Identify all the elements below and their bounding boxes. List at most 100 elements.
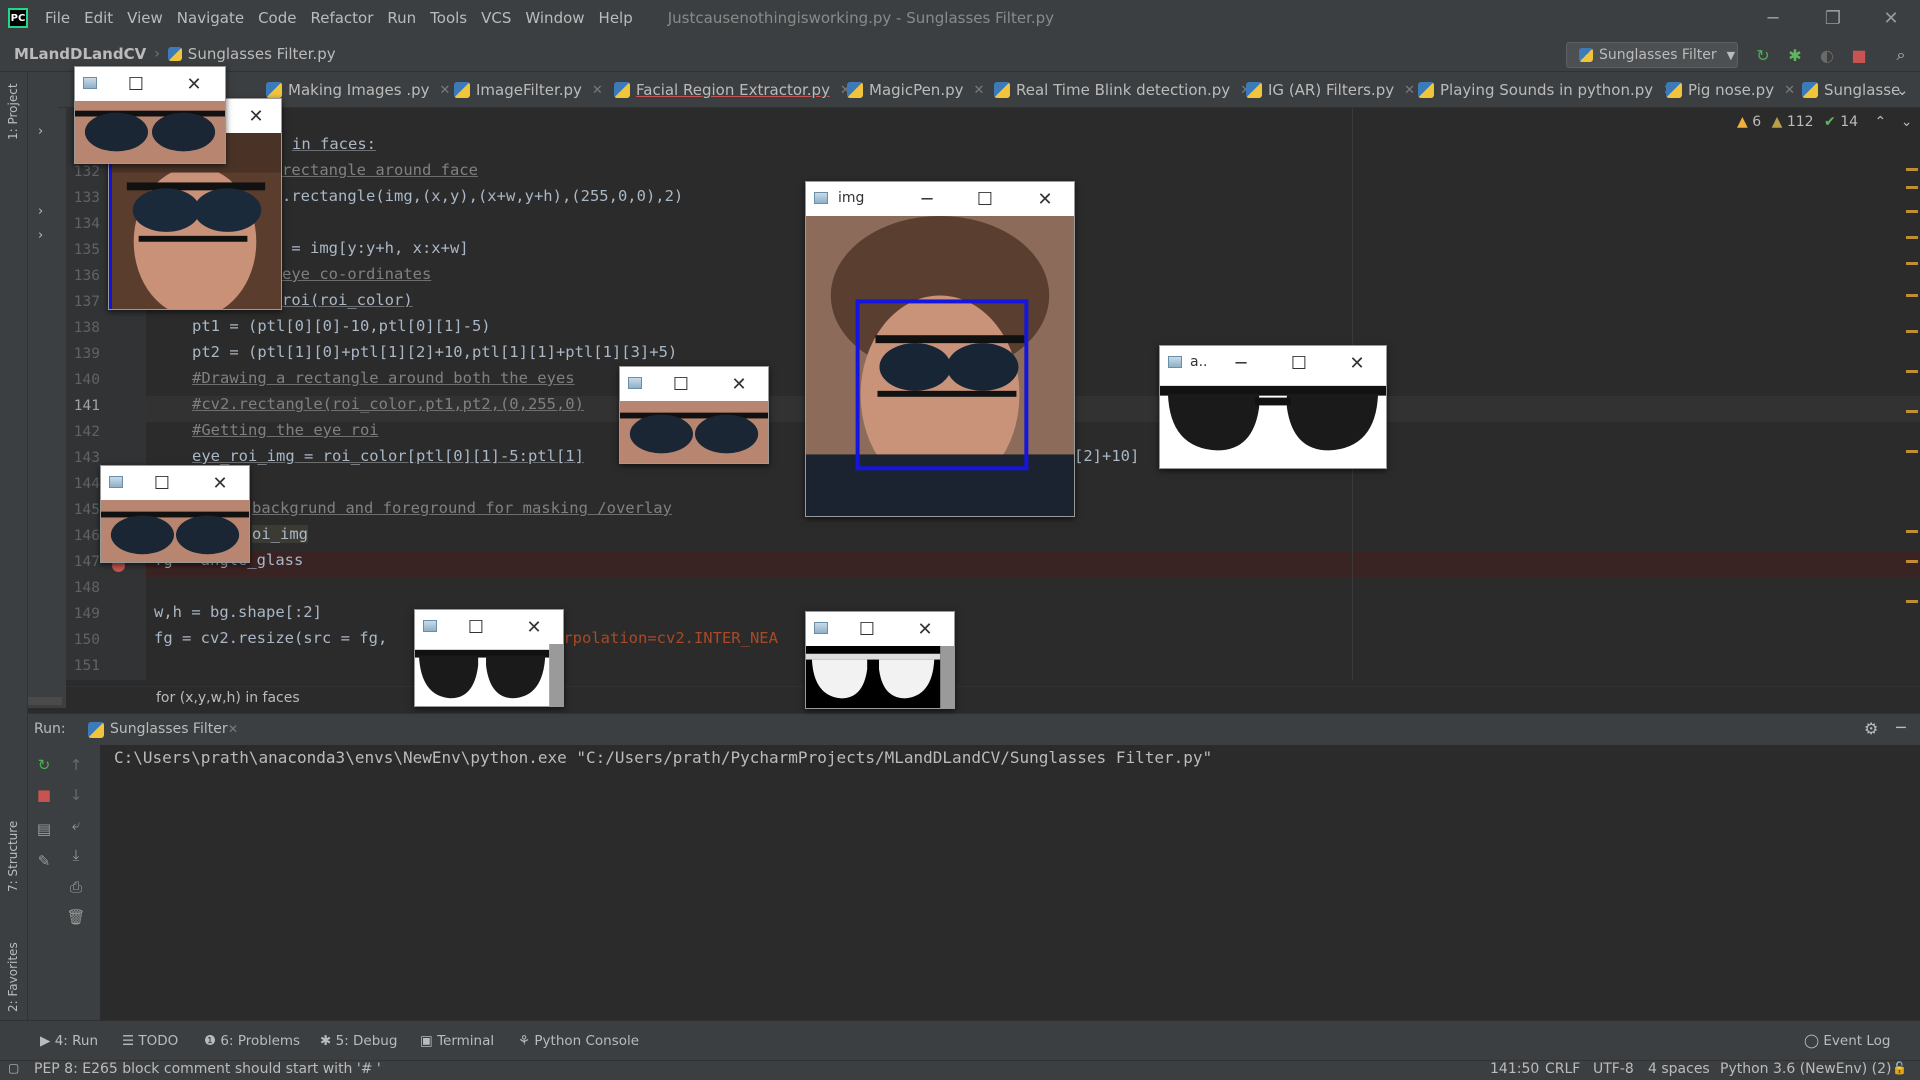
maximize-icon[interactable]: ☐ bbox=[121, 71, 151, 97]
minimize-icon[interactable]: ─ bbox=[1226, 350, 1256, 376]
tab-magic-pen[interactable]: MagicPen.py ✕ bbox=[847, 72, 984, 108]
lock-icon[interactable]: 🔓 bbox=[1892, 1061, 1907, 1075]
close-window-button[interactable]: ✕ bbox=[1862, 0, 1920, 36]
warning-marker[interactable] bbox=[1906, 330, 1918, 333]
menu-refactor[interactable]: Refactor bbox=[303, 9, 380, 27]
gear-icon[interactable]: ⚙ bbox=[1864, 719, 1878, 738]
image-window-eye-roi[interactable]: ☐ ✕ bbox=[74, 66, 226, 164]
close-tab-icon[interactable]: ✕ bbox=[592, 83, 603, 98]
menu-window[interactable]: Window bbox=[518, 9, 591, 27]
editor-error-stripe[interactable] bbox=[1900, 108, 1920, 680]
menu-vcs[interactable]: VCS bbox=[474, 9, 518, 27]
menu-view[interactable]: View bbox=[120, 9, 170, 27]
maximize-icon[interactable]: ☐ bbox=[852, 616, 882, 642]
menu-tools[interactable]: Tools bbox=[423, 9, 474, 27]
tab-image-filter[interactable]: ImageFilter.py ✕ bbox=[454, 72, 603, 108]
warning-marker[interactable] bbox=[1906, 530, 1918, 533]
print-icon[interactable]: ⎙ bbox=[66, 877, 86, 897]
restore-button[interactable]: ❐ bbox=[1804, 0, 1862, 36]
tab-sunglasses-filter[interactable]: Sunglasse bbox=[1802, 72, 1900, 108]
tool-problems[interactable]: ❶ 6: Problems bbox=[204, 1033, 300, 1049]
tool-run[interactable]: ▶ 4: Run bbox=[40, 1033, 98, 1049]
tool-debug[interactable]: ✱ 5: Debug bbox=[320, 1033, 397, 1049]
layout-icon[interactable]: ▤ bbox=[34, 819, 54, 839]
minimize-panel-icon[interactable]: ─ bbox=[1896, 718, 1906, 737]
close-tab-icon[interactable]: ✕ bbox=[440, 83, 451, 98]
search-icon[interactable]: ⌕ bbox=[1890, 44, 1912, 66]
maximize-icon[interactable]: ☐ bbox=[461, 614, 491, 640]
run-config-selector[interactable]: Sunglasses Filter ▼ bbox=[1566, 42, 1738, 68]
warning-marker[interactable] bbox=[1906, 410, 1918, 413]
tab-ig-filters[interactable]: IG (AR) Filters.py ✕ bbox=[1246, 72, 1415, 108]
window-titlebar[interactable]: img ─ ☐ ✕ bbox=[806, 182, 1074, 216]
pin-icon[interactable]: ✎ bbox=[34, 851, 54, 871]
chevron-up-icon[interactable]: ⌃ bbox=[1875, 114, 1887, 130]
expand-arrow-icon[interactable]: › bbox=[38, 228, 43, 243]
close-tab-icon[interactable]: ✕ bbox=[1784, 83, 1795, 98]
arrow-up-icon[interactable]: ↑ bbox=[66, 755, 86, 775]
maximize-icon[interactable]: ☐ bbox=[147, 470, 177, 496]
tab-facial-region-extractor[interactable]: Facial Region Extractor.py ✕ bbox=[614, 72, 851, 108]
image-window-mask[interactable]: ☐ ✕ bbox=[805, 611, 955, 709]
run-console[interactable] bbox=[100, 745, 1920, 1020]
arrow-down-icon[interactable]: ↓ bbox=[66, 785, 86, 805]
menu-edit[interactable]: Edit bbox=[77, 9, 120, 27]
tab-pig-nose[interactable]: Pig nose.py ✕ bbox=[1666, 72, 1795, 108]
maximize-icon[interactable]: ☐ bbox=[970, 186, 1000, 212]
warning-marker[interactable] bbox=[1906, 236, 1918, 239]
coverage-icon[interactable]: ◐ bbox=[1816, 44, 1838, 66]
warning-marker[interactable] bbox=[1906, 450, 1918, 453]
warning-marker[interactable] bbox=[1906, 600, 1918, 603]
close-icon[interactable]: ✕ bbox=[519, 614, 549, 640]
tool-python-console[interactable]: ⚘ Python Console bbox=[518, 1033, 639, 1049]
tool-todo[interactable]: ☰ TODO bbox=[122, 1033, 178, 1049]
menu-navigate[interactable]: Navigate bbox=[170, 9, 251, 27]
menu-file[interactable]: File bbox=[38, 9, 77, 27]
menu-code[interactable]: Code bbox=[251, 9, 303, 27]
image-window-eye-roi-2[interactable]: ☐ ✕ bbox=[619, 366, 769, 464]
warning-marker[interactable] bbox=[1906, 210, 1918, 213]
window-titlebar[interactable]: ☐ ✕ bbox=[620, 367, 768, 401]
line-separator[interactable]: CRLF bbox=[1545, 1061, 1580, 1077]
expand-arrow-icon[interactable]: › bbox=[38, 124, 43, 139]
stop-icon[interactable]: ■ bbox=[1848, 44, 1870, 66]
warning-marker[interactable] bbox=[1906, 186, 1918, 189]
rerun-icon[interactable]: ↻ bbox=[34, 755, 54, 775]
minimize-icon[interactable]: ─ bbox=[912, 186, 942, 212]
horizontal-scrollbar[interactable] bbox=[28, 697, 62, 705]
code-breadcrumb[interactable]: for (x,y,w,h) in faces bbox=[156, 690, 300, 706]
window-titlebar[interactable]: ☐ ✕ bbox=[101, 466, 249, 500]
structure-tool-label[interactable]: 7: Structure bbox=[6, 821, 20, 892]
tab-making-images[interactable]: Making Images .py ✕ bbox=[266, 72, 450, 108]
expand-arrow-icon[interactable]: › bbox=[38, 204, 43, 219]
image-window-bg[interactable]: ☐ ✕ bbox=[100, 465, 250, 563]
close-icon[interactable]: ✕ bbox=[241, 103, 271, 129]
run-tab-label[interactable]: Sunglasses Filter bbox=[110, 721, 228, 737]
tab-real-time-blink[interactable]: Real Time Blink detection.py✕ bbox=[994, 72, 1251, 108]
warning-marker[interactable] bbox=[1906, 168, 1918, 171]
inspection-widget[interactable]: ▲ 6 ▲ 112 ✔ 14 ⌃ ⌄ bbox=[1737, 114, 1912, 130]
close-icon[interactable]: ✕ bbox=[1030, 186, 1060, 212]
caret-position[interactable]: 141:50 bbox=[1490, 1061, 1539, 1077]
close-tab-icon[interactable]: ✕ bbox=[1404, 83, 1415, 98]
window-titlebar[interactable]: ☐ ✕ bbox=[806, 612, 954, 646]
warning-marker[interactable] bbox=[1906, 262, 1918, 265]
close-tab-icon[interactable]: ✕ bbox=[973, 83, 984, 98]
warning-marker[interactable] bbox=[1906, 294, 1918, 297]
window-titlebar[interactable]: ☐ ✕ bbox=[415, 610, 563, 644]
image-window-fg[interactable]: ☐ ✕ bbox=[414, 609, 564, 707]
tab-playing-sounds[interactable]: Playing Sounds in python.py✕ bbox=[1418, 72, 1674, 108]
chevron-down-icon[interactable]: ⌄ bbox=[1896, 72, 1909, 108]
close-icon[interactable]: ✕ bbox=[724, 371, 754, 397]
warning-marker[interactable] bbox=[1906, 370, 1918, 373]
breadcrumb-file[interactable]: Sunglasses Filter.py bbox=[188, 45, 336, 63]
file-encoding[interactable]: UTF-8 bbox=[1593, 1061, 1634, 1077]
tool-event-log[interactable]: ◯ Event Log bbox=[1804, 1033, 1890, 1049]
maximize-icon[interactable]: ☐ bbox=[666, 371, 696, 397]
project-tool-label[interactable]: 1: Project bbox=[6, 83, 20, 140]
menu-help[interactable]: Help bbox=[592, 9, 640, 27]
breadcrumb-project[interactable]: MLandDLandCV bbox=[14, 45, 146, 63]
stop-icon[interactable]: ■ bbox=[34, 785, 54, 805]
close-icon[interactable]: ✕ bbox=[179, 71, 209, 97]
minimize-button[interactable]: ─ bbox=[1744, 0, 1802, 36]
